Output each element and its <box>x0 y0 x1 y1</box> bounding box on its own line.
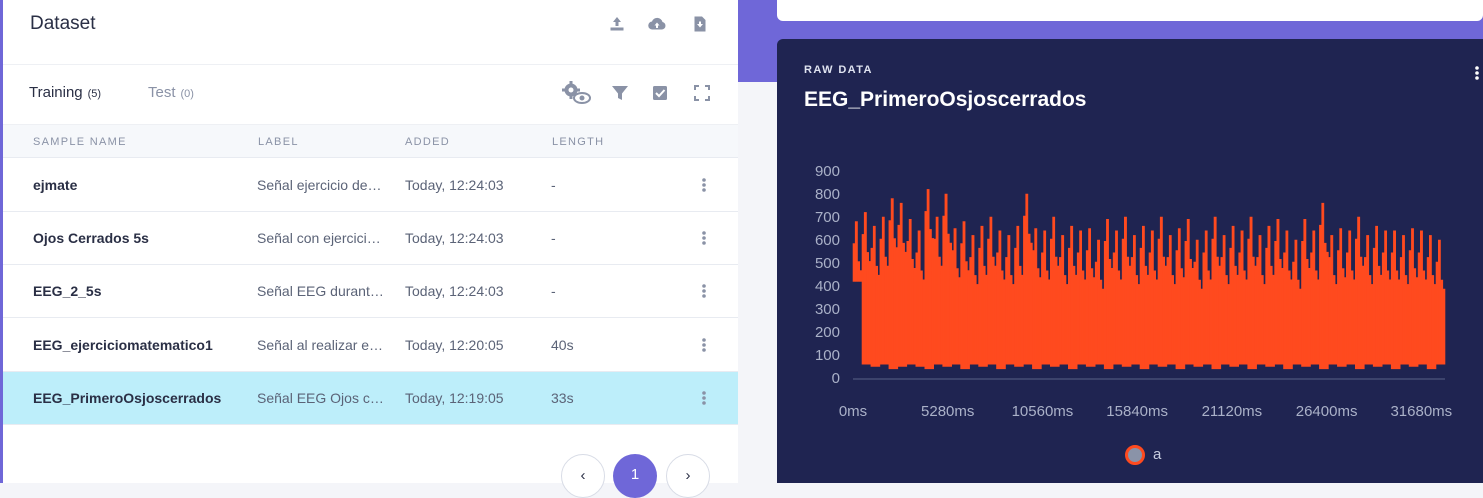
tab-test-count: (0) <box>180 88 194 100</box>
top-card <box>777 0 1483 21</box>
y-tick-label: 500 <box>815 255 840 272</box>
sample-label: Señal EEG durant… <box>257 283 384 299</box>
filter-icon[interactable] <box>609 82 631 104</box>
download-file-icon[interactable] <box>690 14 710 34</box>
y-tick-label: 0 <box>832 370 840 387</box>
sample-length: 33s <box>551 390 574 406</box>
y-tick-label: 900 <box>815 163 840 180</box>
tab-training-label: Training <box>29 84 83 101</box>
table-row[interactable]: Ojos Cerrados 5s Señal con ejercici… Tod… <box>3 212 738 265</box>
sample-added: Today, 12:24:03 <box>405 230 504 246</box>
sample-tabs: Training (5) Test (0) <box>3 64 738 124</box>
pagination-next-button[interactable]: › <box>666 454 710 498</box>
pagination-page-button[interactable]: 1 <box>613 454 657 498</box>
y-tick-label: 300 <box>815 301 840 318</box>
sample-name: EEG_2_5s <box>33 283 102 299</box>
x-tick-label: 15840ms <box>1106 403 1168 420</box>
legend-swatch-a[interactable] <box>1125 445 1145 465</box>
y-tick-label: 100 <box>815 347 840 364</box>
row-menu-icon[interactable] <box>697 388 711 408</box>
sample-length: - <box>551 283 556 299</box>
row-menu-icon[interactable] <box>697 281 711 301</box>
column-header-added[interactable]: ADDED <box>405 136 450 148</box>
raw-data-panel: RAW DATA EEG_PrimeroOsjoscerrados 0 100 20… <box>777 39 1483 483</box>
fullscreen-icon[interactable] <box>691 82 713 104</box>
x-tick-label: 26400ms <box>1296 403 1358 420</box>
sample-label: Señal al realizar e… <box>257 337 384 353</box>
cloud-upload-icon[interactable] <box>647 14 667 34</box>
table-row[interactable]: EEG_2_5s Señal EEG durant… Today, 12:24:… <box>3 265 738 318</box>
tab-training[interactable]: Training (5) <box>29 84 101 101</box>
row-menu-icon[interactable] <box>697 335 711 355</box>
x-tick-label: 10560ms <box>1012 403 1074 420</box>
tab-training-count: (5) <box>87 88 102 100</box>
tab-test-label: Test <box>148 84 176 101</box>
table-row-selected[interactable]: EEG_PrimeroOsjoscerrados Señal EEG Ojos … <box>3 372 738 425</box>
y-tick-label: 200 <box>815 324 840 341</box>
sample-added: Today, 12:20:05 <box>405 337 504 353</box>
x-tick-label: 31680ms <box>1390 403 1452 420</box>
column-header-sample-name[interactable]: SAMPLE NAME <box>33 136 127 148</box>
pagination-prev-button[interactable]: ‹ <box>561 454 605 498</box>
sample-added: Today, 12:19:05 <box>405 390 504 406</box>
dataset-title: Dataset <box>30 13 96 34</box>
x-tick-label: 5280ms <box>921 403 974 420</box>
check-square-icon[interactable] <box>649 82 671 104</box>
column-header-label[interactable]: LABEL <box>258 136 299 148</box>
y-tick-label: 400 <box>815 278 840 295</box>
sample-added: Today, 12:24:03 <box>405 283 504 299</box>
table-row[interactable]: EEG_ejerciciomatematico1 Señal al realiz… <box>3 319 738 372</box>
upload-icon[interactable] <box>607 14 627 34</box>
y-tick-label: 600 <box>815 232 840 249</box>
settings-eye-icon[interactable] <box>560 80 594 106</box>
row-menu-icon[interactable] <box>697 175 711 195</box>
sample-added: Today, 12:24:03 <box>405 177 504 193</box>
tab-test[interactable]: Test (0) <box>148 84 194 101</box>
raw-data-chart: 0 100 200 300 400 500 600 700 800 900 0ms 5280ms 105… <box>815 163 1452 420</box>
x-tick-label: 0ms <box>839 403 867 420</box>
sample-length: 40s <box>551 337 574 353</box>
sample-name: EEG_ejerciciomatematico1 <box>33 337 213 353</box>
table-header: SAMPLE NAME LABEL ADDED LENGTH <box>3 124 738 158</box>
y-tick-label: 800 <box>815 186 840 203</box>
x-tick-label: 21120ms <box>1202 403 1263 420</box>
sample-length: - <box>551 230 556 246</box>
sample-name: EEG_PrimeroOsjoscerrados <box>33 390 222 406</box>
dataset-panel: Dataset Training (5) Test (0) SAMPLE NAM… <box>0 0 738 498</box>
sample-label: Señal ejercicio de… <box>257 177 382 193</box>
sample-name: Ojos Cerrados 5s <box>33 230 149 246</box>
row-menu-icon[interactable] <box>697 228 711 248</box>
column-header-length[interactable]: LENGTH <box>552 136 604 148</box>
table-row[interactable]: ejmate Señal ejercicio de… Today, 12:24:… <box>3 159 738 212</box>
sample-length: - <box>551 177 556 193</box>
sample-label: Señal EEG Ojos ce… <box>257 390 389 406</box>
dataset-header: Dataset <box>3 0 738 65</box>
legend-label-a: a <box>1153 446 1162 463</box>
sample-label: Señal con ejercici… <box>257 230 381 246</box>
sample-name: ejmate <box>33 177 78 193</box>
y-tick-label: 700 <box>815 209 840 226</box>
series-a-area <box>852 189 1446 370</box>
